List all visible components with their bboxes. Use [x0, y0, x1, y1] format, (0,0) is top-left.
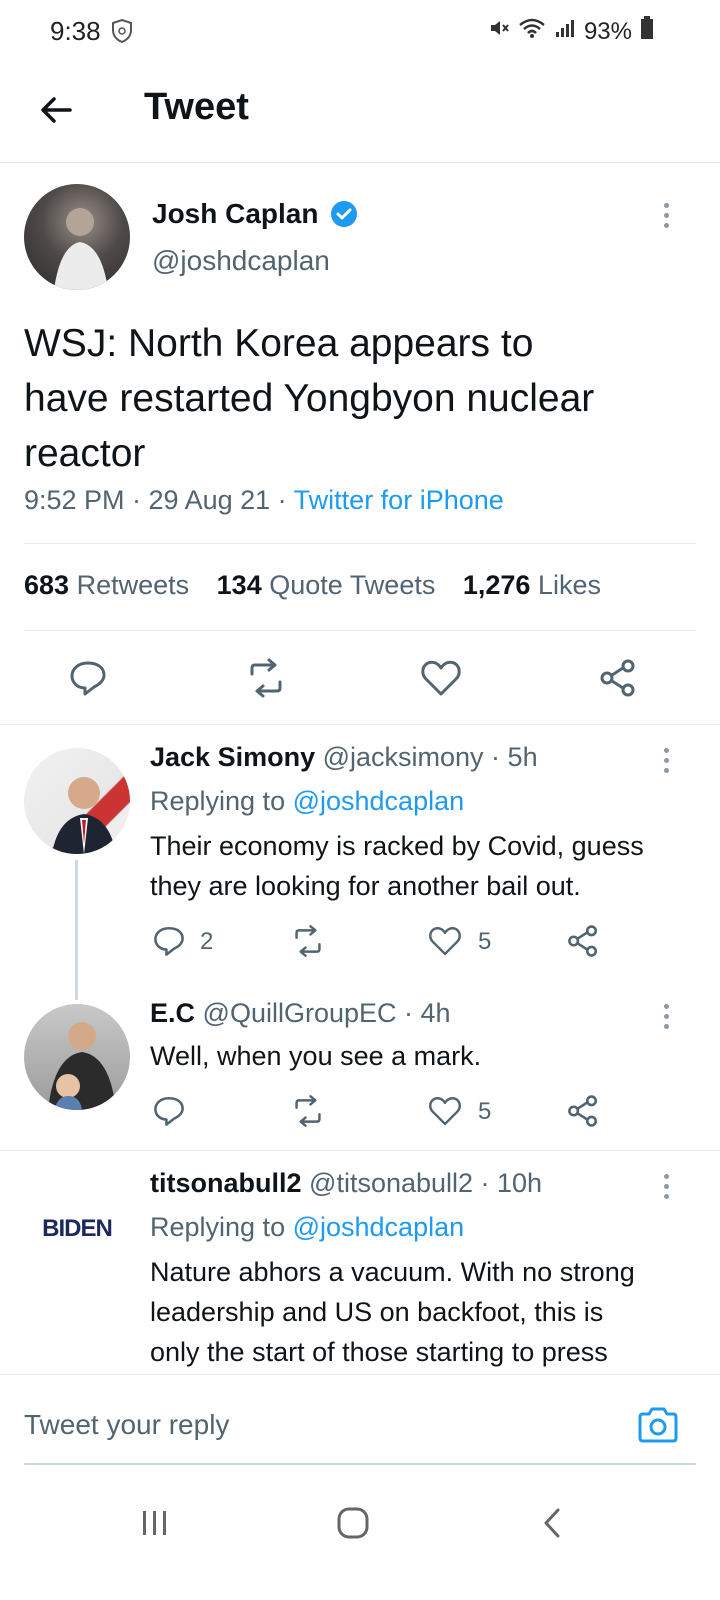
tweet-source-link[interactable]: Twitter for iPhone: [294, 485, 504, 515]
reply-header: E.C @QuillGroupEC · 4h: [150, 998, 451, 1029]
home-icon[interactable]: [336, 1506, 370, 1545]
reply-author-name[interactable]: Jack Simony: [150, 742, 315, 772]
tweet-text-line: have restarted Yongbyon nuclear: [24, 377, 595, 420]
replying-to-handle[interactable]: @joshdcaplan: [293, 786, 465, 816]
quotes-count: 134: [216, 570, 262, 600]
camera-icon[interactable]: [636, 1405, 680, 1450]
divider: [24, 630, 696, 631]
divider: [24, 543, 696, 544]
reply-retweet-icon[interactable]: [290, 924, 326, 958]
reply-header: Jack Simony @jacksimony · 5h: [150, 742, 538, 773]
reply-like-count: 5: [478, 928, 492, 955]
signal-icon: [554, 17, 576, 46]
status-bar: 9:38 93%: [0, 0, 720, 66]
thread-line: [75, 860, 78, 1000]
reply-comment-icon[interactable]: [152, 924, 186, 958]
share-icon[interactable]: [598, 658, 638, 698]
more-options-icon[interactable]: [664, 203, 670, 233]
reply-handle-time[interactable]: @titsonabull2 · 10h: [309, 1168, 542, 1198]
system-nav-bar: [0, 1490, 720, 1600]
compose-bar: Tweet your reply: [0, 1374, 720, 1491]
tweet-stats: 683 Retweets 134 Quote Tweets 1,276 Like…: [24, 570, 601, 601]
replying-to-prefix: Replying to: [150, 1212, 293, 1242]
reply-text: Well, when you see a mark.: [150, 1036, 710, 1076]
reply-author-name[interactable]: E.C: [150, 998, 195, 1028]
verified-badge-icon: [330, 200, 358, 233]
reply-author-name[interactable]: titsonabull2: [150, 1168, 302, 1198]
author-avatar[interactable]: [24, 184, 130, 290]
page-title: Tweet: [144, 86, 249, 128]
reply-share-icon[interactable]: [566, 924, 600, 958]
likes-label: Likes: [537, 570, 601, 600]
reply-text-line: Well, when you see a mark.: [150, 1041, 482, 1071]
reply-text-line: only the start of those starting to pres…: [150, 1337, 608, 1367]
reply-handle-time[interactable]: @QuillGroupEC · 4h: [203, 998, 451, 1028]
reply-avatar[interactable]: [24, 748, 130, 854]
replying-to-handle[interactable]: @joshdcaplan: [293, 1212, 465, 1242]
reply-text-line: leadership and US on backfoot, this is: [150, 1297, 604, 1327]
mute-icon: [488, 17, 510, 46]
divider: [0, 724, 720, 725]
reply-avatar[interactable]: BIDEN: [24, 1176, 130, 1282]
biden-logo-text: BIDEN: [42, 1215, 113, 1242]
reply-header: titsonabull2 @titsonabull2 · 10h: [150, 1168, 542, 1199]
reply-text-line: Nature abhors a vacuum. With no strong: [150, 1257, 635, 1287]
reply-comment-count: 2: [200, 928, 214, 955]
status-time: 9:38: [50, 16, 101, 46]
battery-percent: 93%: [583, 17, 632, 45]
back-arrow-icon[interactable]: [36, 90, 76, 130]
reply-text-line: Their economy is racked by Covid, guess: [150, 831, 644, 861]
tweet-text: WSJ: North Korea appears to have restart…: [24, 316, 704, 481]
likes-count: 1,276: [462, 570, 531, 600]
reply-like-count: 5: [478, 1098, 492, 1125]
author-name[interactable]: Josh Caplan: [152, 198, 318, 230]
reply-text: Nature abhors a vacuum. With no strong l…: [150, 1252, 710, 1372]
reply-retweet-icon[interactable]: [290, 1094, 326, 1128]
top-app-bar: Tweet: [0, 66, 720, 163]
retweets-label: Retweets: [76, 570, 190, 600]
tweet-text-line: WSJ: North Korea appears to: [24, 322, 534, 365]
replying-to-prefix: Replying to: [150, 786, 293, 816]
replying-to: Replying to @joshdcaplan: [150, 786, 464, 817]
reply-text: Their economy is racked by Covid, guess …: [150, 826, 710, 906]
quotes-stat[interactable]: 134 Quote Tweets: [217, 570, 436, 600]
reply-text-line: they are looking for another bail out.: [150, 871, 581, 901]
tweet-timestamp: 9:52 PM · 29 Aug 21 ·: [24, 485, 294, 515]
reply-comment-icon[interactable]: [152, 1094, 186, 1128]
compose-underline: [24, 1463, 696, 1465]
author-handle[interactable]: @joshdcaplan: [152, 245, 330, 277]
divider: [0, 1150, 720, 1151]
likes-stat[interactable]: 1,276 Likes: [463, 570, 601, 600]
back-nav-icon[interactable]: [540, 1506, 564, 1545]
status-indicators: 93%: [488, 16, 654, 47]
reply-more-options-icon[interactable]: [664, 748, 670, 778]
reply-avatar[interactable]: [24, 1004, 130, 1110]
reply-input[interactable]: Tweet your reply: [24, 1409, 614, 1441]
reply-like-heart-icon[interactable]: [428, 924, 462, 958]
tweet-meta: 9:52 PM · 29 Aug 21 · Twitter for iPhone: [24, 485, 504, 516]
tweet-text-line: reactor: [24, 432, 146, 475]
reply-more-options-icon[interactable]: [664, 1174, 670, 1204]
reply-like-heart-icon[interactable]: [428, 1094, 462, 1128]
reply-share-icon[interactable]: [566, 1094, 600, 1128]
reply-handle-time[interactable]: @jacksimony · 5h: [323, 742, 538, 772]
like-heart-icon[interactable]: [420, 658, 462, 698]
retweets-count: 683: [24, 570, 70, 600]
battery-icon: [640, 16, 654, 47]
replying-to: Replying to @joshdcaplan: [150, 1212, 464, 1243]
retweets-stat[interactable]: 683 Retweets: [24, 570, 189, 600]
retweet-icon[interactable]: [244, 658, 288, 698]
shield-icon: [110, 18, 134, 49]
reply-more-options-icon[interactable]: [664, 1004, 670, 1034]
reply-icon[interactable]: [68, 658, 108, 698]
wifi-icon: [518, 17, 546, 46]
quotes-label: Quote Tweets: [269, 570, 436, 600]
recent-apps-icon[interactable]: [140, 1508, 170, 1543]
